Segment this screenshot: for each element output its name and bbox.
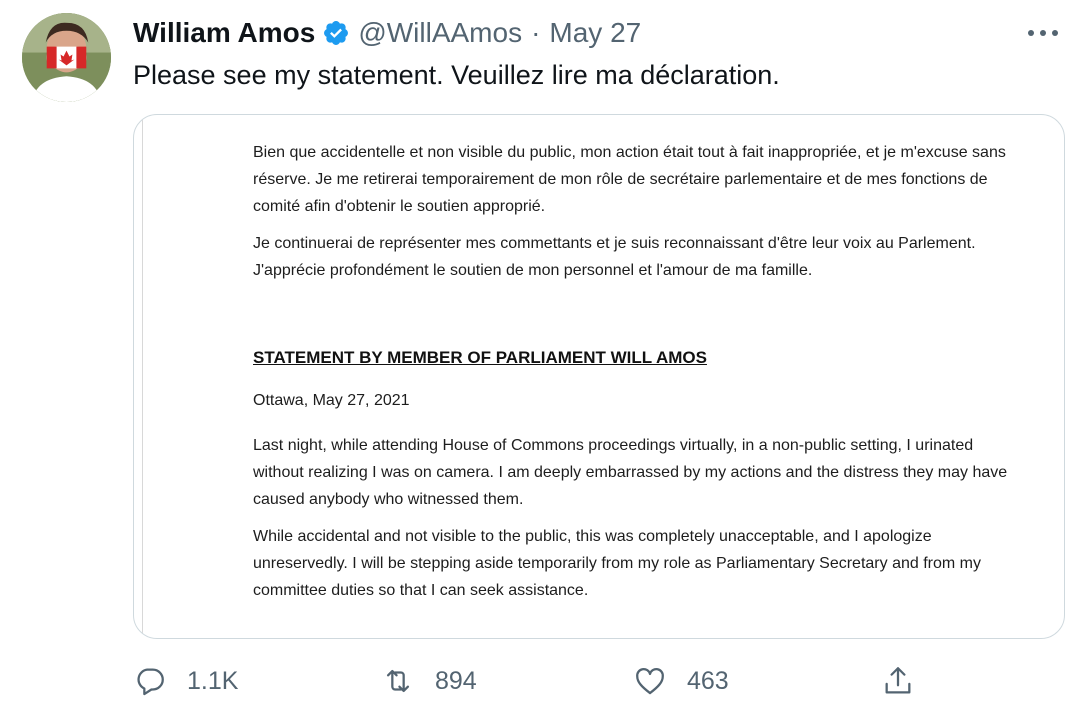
retweet-button[interactable]: 894: [381, 660, 477, 702]
author-handle[interactable]: @WillAAmos: [358, 17, 522, 49]
heart-icon: [636, 668, 664, 695]
separator-dot: ·: [531, 17, 541, 48]
statement-dateline: Ottawa, May 27, 2021: [253, 392, 410, 409]
paragraph-en-1: Last night, while attending House of Com…: [253, 437, 1008, 508]
paragraph-en-2: While accidental and not visible to the …: [253, 528, 981, 599]
statement-heading: STATEMENT BY MEMBER OF PARLIAMENT WILL A…: [253, 348, 707, 367]
avatar[interactable]: [22, 13, 111, 102]
share-button[interactable]: [881, 660, 915, 702]
like-button[interactable]: 463: [633, 660, 729, 702]
retweet-count: 894: [435, 666, 477, 695]
more-dots-icon[interactable]: [1028, 20, 1058, 46]
verified-badge-icon: [322, 19, 350, 47]
author-name[interactable]: William Amos: [133, 17, 315, 49]
tweet-date[interactable]: May 27: [549, 17, 641, 49]
reply-count: 1.1K: [187, 666, 239, 695]
tweet-actions: 1.1K 894 463: [133, 660, 923, 702]
reply-button[interactable]: 1.1K: [133, 660, 238, 702]
statement-document: Bien que accidentelle et non visible du …: [253, 139, 1013, 604]
paragraph-fr-1: Bien que accidentelle et non visible du …: [253, 144, 1006, 215]
reply-icon: [137, 668, 164, 696]
share-icon: [885, 667, 911, 694]
avatar-image: [22, 13, 111, 102]
tweet-header: William Amos @WillAAmos · May 27: [133, 14, 641, 52]
like-count: 463: [687, 666, 729, 695]
tweet-text: Please see my statement. Veuillez lire m…: [133, 60, 780, 90]
media-image[interactable]: Bien que accidentelle et non visible du …: [133, 114, 1065, 639]
retweet-icon: [386, 669, 410, 693]
paragraph-fr-2: Je continuerai de représenter mes commet…: [253, 235, 976, 279]
